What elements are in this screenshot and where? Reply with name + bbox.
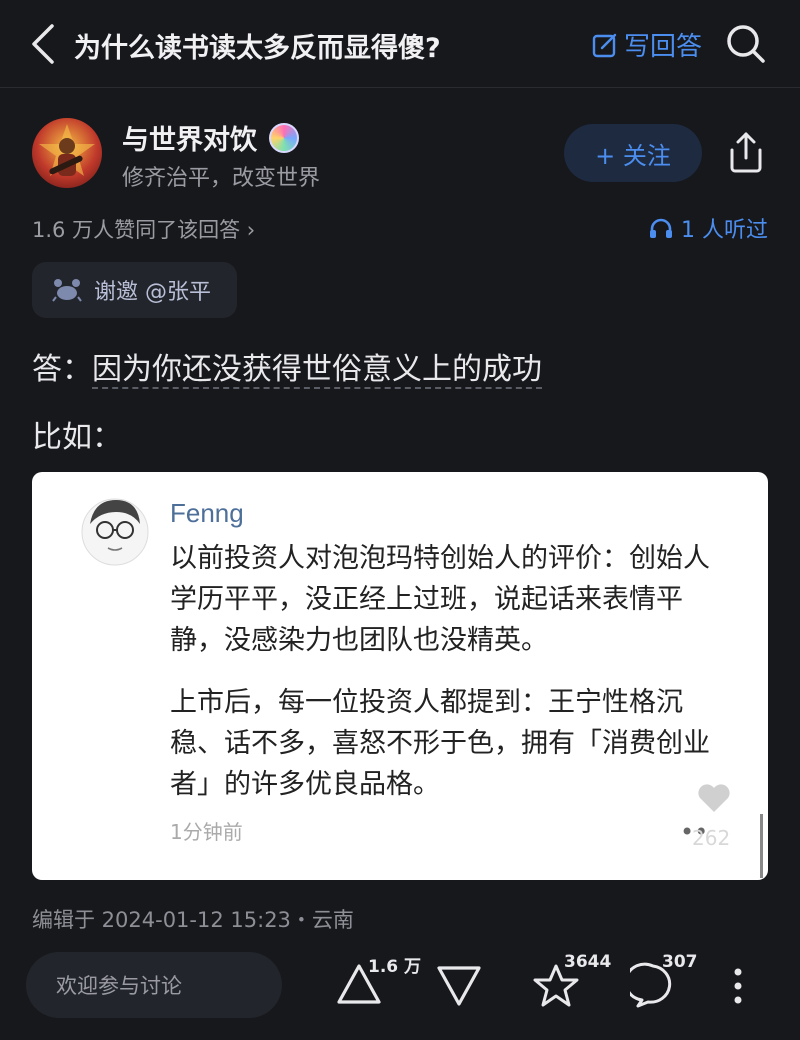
more-vertical-icon[interactable]: [730, 966, 746, 1006]
search-icon[interactable]: [726, 24, 766, 64]
crab-icon: [52, 279, 82, 302]
edit-info: 编辑于 2024-01-12 15:23・云南: [32, 908, 354, 932]
invite-chip[interactable]: 谢邀 @张平: [32, 262, 237, 318]
avatar-figure-icon: [39, 124, 95, 176]
creator-badge-icon: [269, 122, 299, 153]
share-icon[interactable]: [726, 130, 766, 174]
comment-count: 307: [662, 952, 698, 972]
author-bio: 修齐治平，改变世界: [122, 166, 321, 191]
back-arrow-icon[interactable]: [28, 22, 60, 66]
quoted-like-count: 262: [692, 826, 731, 850]
upvote-count: 1.6 万: [368, 957, 422, 977]
write-answer-label: 写回答: [624, 32, 703, 62]
scroll-indicator: [760, 814, 763, 878]
top-bar: 为什么读书读太多反而显得傻? 写回答: [0, 0, 800, 88]
headphones-icon: [650, 218, 672, 238]
invite-label: 谢邀 @张平: [94, 280, 211, 305]
answer-prefix: 答：: [32, 352, 92, 387]
upvote-summary-link[interactable]: 1.6 万人赞同了该回答 ›: [32, 214, 255, 244]
quoted-paragraph-1: 以前投资人对泡泡玛特创始人的评价：创始人学历平平，没正经上过班，说起话来表情平静…: [170, 543, 710, 656]
listen-count-label: 1 人听过: [681, 218, 768, 243]
favorite-count: 3644: [564, 952, 612, 972]
quoted-timestamp: 1分钟前: [170, 820, 243, 844]
listen-count[interactable]: 1 人听过: [649, 212, 768, 244]
quoted-image-card[interactable]: Fenng 以前投资人对泡泡玛特创始人的评价：创始人学历平平，没正经上过班，说起…: [32, 472, 768, 880]
follow-button[interactable]: + 关注: [564, 124, 702, 182]
question-title[interactable]: 为什么读书读太多反而显得傻?: [74, 26, 441, 65]
answer-line: 答：因为你还没获得世俗意义上的成功: [32, 344, 542, 389]
author-avatar[interactable]: [32, 118, 102, 188]
comment-input[interactable]: 欢迎参与讨论: [26, 952, 282, 1018]
author-name[interactable]: 与世界对饮: [122, 118, 257, 157]
quoted-paragraph-2: 上市后，每一位投资人都提到：王宁性格沉稳、话不多，喜怒不形于色，拥有「消费创业者…: [170, 687, 710, 800]
write-answer-button[interactable]: 写回答: [592, 26, 702, 63]
edit-icon: [592, 33, 617, 57]
heart-icon: [698, 784, 730, 812]
downvote-triangle-icon[interactable]: [436, 964, 482, 1008]
author-name-row[interactable]: 与世界对饮: [122, 118, 299, 157]
quoted-author-name: Fenng: [170, 498, 244, 528]
example-label: 比如：: [32, 420, 122, 455]
answer-highlight-link[interactable]: 因为你还没获得世俗意义上的成功: [92, 352, 542, 389]
fenng-avatar-icon: [81, 498, 149, 566]
